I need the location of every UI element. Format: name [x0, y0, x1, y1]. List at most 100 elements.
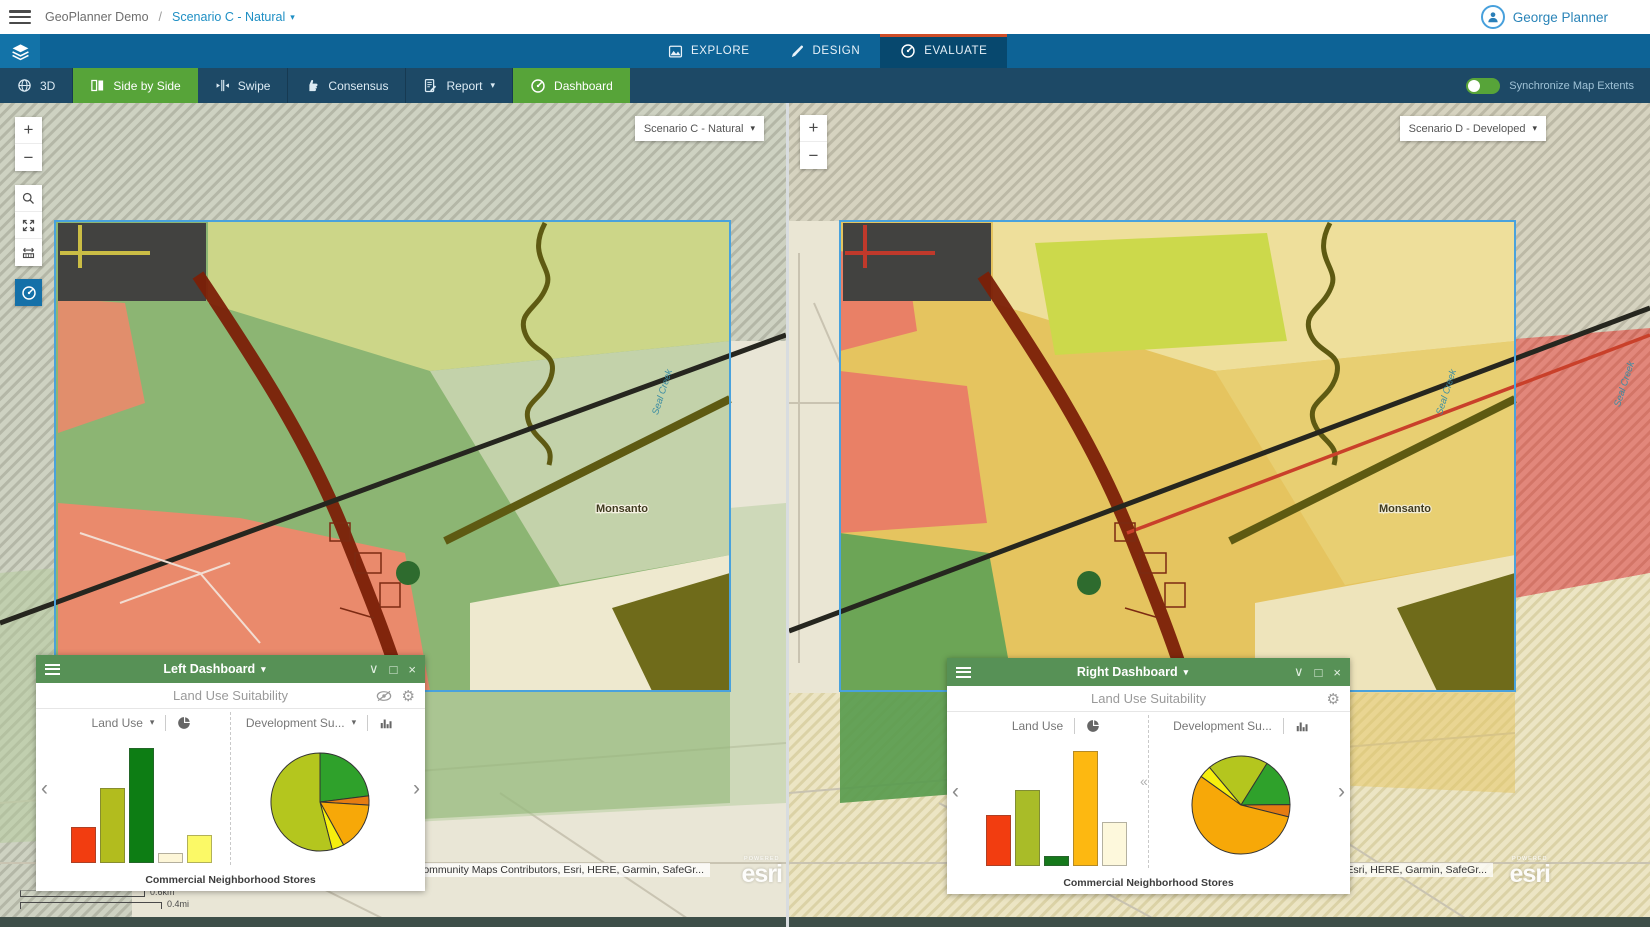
land-use-dropdown-label[interactable]: Land Use — [1012, 719, 1063, 733]
top-bar: GeoPlanner Demo / Scenario C - Natural ▾… — [0, 0, 1650, 34]
caret-down-icon: ▾ — [150, 717, 155, 728]
report-button[interactable]: Report ▾ — [406, 68, 513, 103]
tab-design-label: DESIGN — [813, 45, 861, 57]
panel-menu-icon[interactable] — [956, 667, 971, 678]
panel-menu-icon[interactable] — [45, 664, 60, 675]
3d-button[interactable]: 3D — [0, 68, 73, 103]
dashboard-gauge-icon — [530, 78, 546, 94]
3d-label: 3D — [40, 79, 55, 93]
pie-chart-type-icon[interactable] — [177, 716, 191, 730]
prev-widget-arrow[interactable]: ‹ — [36, 709, 53, 868]
esri-wordmark: esri — [1510, 862, 1550, 887]
bar-chart-type-icon[interactable] — [379, 716, 393, 730]
layers-button[interactable] — [0, 34, 40, 68]
evaluate-toolbar: 3D Side by Side Swipe Consensus Report ▾… — [0, 68, 1650, 103]
widget-title: Land Use Suitability — [1091, 691, 1206, 706]
collapse-cards-icon[interactable]: « — [1140, 773, 1148, 789]
caret-down-icon: ▾ — [750, 123, 755, 134]
map-right: Monsanto Seal Creek Seal Creek + − Scena… — [789, 103, 1650, 927]
bar-chart-type-icon[interactable] — [1295, 719, 1309, 733]
land-use-dropdown-label[interactable]: Land Use — [92, 716, 143, 730]
scenario-selector-left[interactable]: Scenario C - Natural ▾ — [635, 116, 764, 141]
dashboard-button[interactable]: Dashboard — [513, 68, 630, 103]
left-dashboard-title: Left Dashboard — [163, 662, 255, 676]
prev-widget-arrow[interactable]: ‹ — [947, 712, 964, 871]
left-dashboard-body: ‹ Land Use ▾ Development Su... — [36, 709, 425, 868]
menu-icon[interactable] — [9, 10, 31, 24]
map-tools-left — [15, 185, 42, 266]
swipe-button[interactable]: Swipe — [198, 68, 289, 103]
development-dropdown-label[interactable]: Development Su... — [246, 716, 345, 730]
land-use-bar-chart — [970, 745, 1142, 866]
expand-extent-button[interactable] — [15, 212, 42, 239]
tab-design[interactable]: DESIGN — [770, 34, 881, 68]
development-pie-chart — [1149, 739, 1333, 871]
panel-window-controls: ∨ □ × — [1294, 664, 1341, 680]
chart-footer-label: Commercial Neighborhood Stores — [36, 868, 425, 891]
tab-evaluate[interactable]: EVALUATE — [880, 34, 1007, 68]
tab-explore-label: EXPLORE — [691, 45, 750, 57]
esri-logo-right: POWERED esri — [1510, 857, 1550, 888]
layers-icon — [11, 42, 30, 61]
zoom-controls-left: + − — [15, 117, 42, 171]
visibility-icon[interactable] — [376, 690, 392, 702]
next-widget-arrow[interactable]: › — [408, 709, 425, 868]
zoom-out-button[interactable]: − — [800, 142, 827, 169]
land-use-card-header: Land Use ▾ — [53, 709, 230, 736]
maximize-panel-icon[interactable]: □ — [1315, 665, 1323, 680]
zoom-out-button[interactable]: − — [15, 144, 42, 171]
widget-title-row: Land Use Suitability ⚙ — [947, 686, 1350, 712]
caret-down-icon: ▾ — [1532, 123, 1537, 134]
scenario-selector-right[interactable]: Scenario D - Developed ▾ — [1400, 116, 1546, 141]
user-menu[interactable]: George Planner — [1481, 0, 1608, 34]
maximize-panel-icon[interactable]: □ — [390, 662, 398, 677]
search-button[interactable] — [15, 185, 42, 212]
map-attribution-left: Esri Community Maps Contributors, Esri, … — [389, 863, 710, 877]
development-dropdown-label[interactable]: Development Su... — [1173, 719, 1272, 733]
close-panel-icon[interactable]: × — [408, 662, 416, 677]
right-dashboard-title-dropdown[interactable]: Right Dashboard ▾ — [971, 665, 1294, 679]
consensus-label: Consensus — [328, 79, 388, 93]
gear-icon[interactable]: ⚙ — [1327, 690, 1340, 708]
pie-chart-type-icon[interactable] — [1086, 719, 1100, 733]
sync-extents-label: Synchronize Map Extents — [1509, 80, 1634, 92]
measure-icon — [21, 245, 36, 260]
left-dashboard-header: Left Dashboard ▾ ∨ □ × — [36, 655, 425, 683]
breadcrumb: GeoPlanner Demo / Scenario C - Natural ▾ — [45, 10, 295, 24]
sync-extents-control: Synchronize Map Extents — [1466, 68, 1650, 103]
zoom-in-button[interactable]: + — [15, 117, 42, 144]
panel-window-controls: ∨ □ × — [369, 661, 416, 677]
widget-title: Land Use Suitability — [173, 688, 288, 703]
tab-evaluate-label: EVALUATE — [924, 45, 987, 57]
left-dashboard-title-dropdown[interactable]: Left Dashboard ▾ — [60, 662, 369, 676]
sync-extents-toggle[interactable] — [1466, 78, 1500, 94]
widget-title-row: Land Use Suitability ⚙ — [36, 683, 425, 709]
breadcrumb-separator: / — [159, 10, 162, 24]
tab-explore[interactable]: EXPLORE — [648, 34, 770, 68]
caret-down-icon: ▾ — [1184, 667, 1189, 678]
collapse-panel-icon[interactable]: ∨ — [1294, 664, 1304, 680]
nav-bar: EXPLORE DESIGN EVALUATE — [0, 34, 1650, 68]
report-label: Report — [446, 79, 482, 93]
map-label-monsanto-left: Monsanto — [596, 503, 648, 515]
chart-footer-label: Commercial Neighborhood Stores — [947, 871, 1350, 894]
development-chart-card: Development Su... ▾ — [231, 709, 408, 868]
side-by-side-button[interactable]: Side by Side — [73, 68, 197, 103]
zoom-in-button[interactable]: + — [800, 115, 827, 142]
right-dashboard-title: Right Dashboard — [1077, 665, 1178, 679]
collapse-panel-icon[interactable]: ∨ — [369, 661, 379, 677]
map-label-monsanto-right: Monsanto — [1379, 503, 1431, 515]
breadcrumb-scenario-dropdown[interactable]: Scenario C - Natural ▾ — [172, 10, 295, 24]
consensus-button[interactable]: Consensus — [288, 68, 406, 103]
measure-tool-button[interactable] — [15, 239, 42, 266]
next-widget-arrow[interactable]: › — [1333, 712, 1350, 871]
globe-icon — [17, 78, 32, 93]
swipe-label: Swipe — [238, 79, 271, 93]
right-dashboard-header: Right Dashboard ▾ ∨ □ × — [947, 658, 1350, 686]
gear-icon[interactable]: ⚙ — [402, 687, 415, 705]
gauge-icon — [900, 43, 916, 59]
dashboard-tool-left — [15, 279, 42, 306]
close-panel-icon[interactable]: × — [1333, 665, 1341, 680]
dashboard-label: Dashboard — [554, 79, 613, 93]
dashboard-tool-button[interactable] — [15, 279, 42, 306]
